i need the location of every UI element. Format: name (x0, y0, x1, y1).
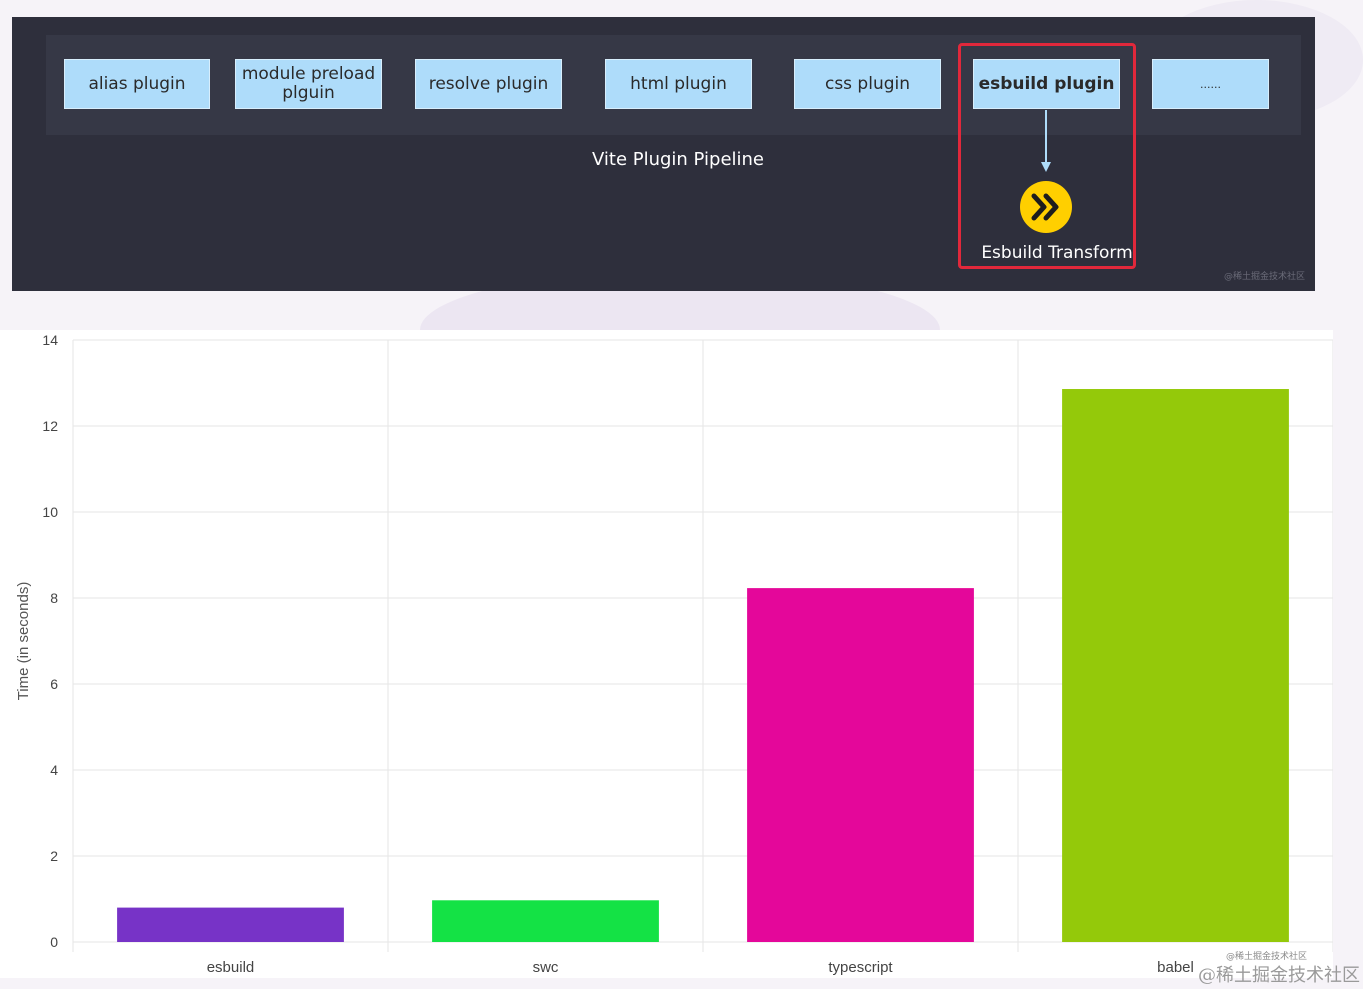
chart-svg: 0 2 4 6 8 10 12 14 esbuild swc typescript babel Time… (15, 332, 1333, 976)
panel-watermark: @稀土掘金技术社区 (1223, 272, 1305, 282)
x-tick-label: swc (533, 959, 559, 976)
arrow-down-icon (1041, 162, 1051, 172)
y-tick-label: 6 (50, 676, 58, 692)
plugin-box-resolve: resolve plugin (415, 59, 562, 109)
chart-watermark: @稀土掘金技术社区 (1198, 965, 1360, 986)
esbuild-highlight-frame (958, 43, 1136, 269)
plugin-box-more: ...... (1152, 59, 1269, 109)
benchmark-bar-chart: 0 2 4 6 8 10 12 14 esbuild swc typescript babel Time… (0, 330, 1333, 978)
plugin-box-html: html plugin (605, 59, 752, 109)
y-tick-label: 8 (50, 590, 58, 606)
bar-babel (1062, 389, 1289, 942)
y-tick-label: 2 (50, 848, 58, 864)
arrow-line (1045, 110, 1047, 162)
plugin-box-alias: alias plugin (64, 59, 210, 109)
y-tick-label: 0 (50, 934, 58, 950)
x-tick-label: typescript (828, 959, 893, 976)
x-tick-label: esbuild (207, 959, 255, 976)
bar-swc (432, 900, 659, 942)
plugin-box-module-preload: module preload plguin (235, 59, 382, 109)
esbuild-transform-label: Esbuild Transform (981, 243, 1133, 263)
y-tick-label: 14 (42, 332, 58, 348)
bar-esbuild (117, 907, 344, 942)
plugin-box-css: css plugin (794, 59, 941, 109)
y-tick-label: 10 (42, 504, 58, 520)
bar-typescript (747, 588, 974, 942)
y-axis-label: Time (in seconds) (15, 582, 32, 701)
x-tick-label: babel (1157, 959, 1194, 976)
y-tick-label: 12 (42, 418, 58, 434)
pipeline-caption: Vite Plugin Pipeline (591, 149, 765, 170)
vite-plugin-pipeline-diagram: alias plugin module preload plguin resol… (12, 17, 1315, 291)
esbuild-logo-icon (1020, 181, 1072, 233)
y-tick-label: 4 (50, 762, 58, 778)
